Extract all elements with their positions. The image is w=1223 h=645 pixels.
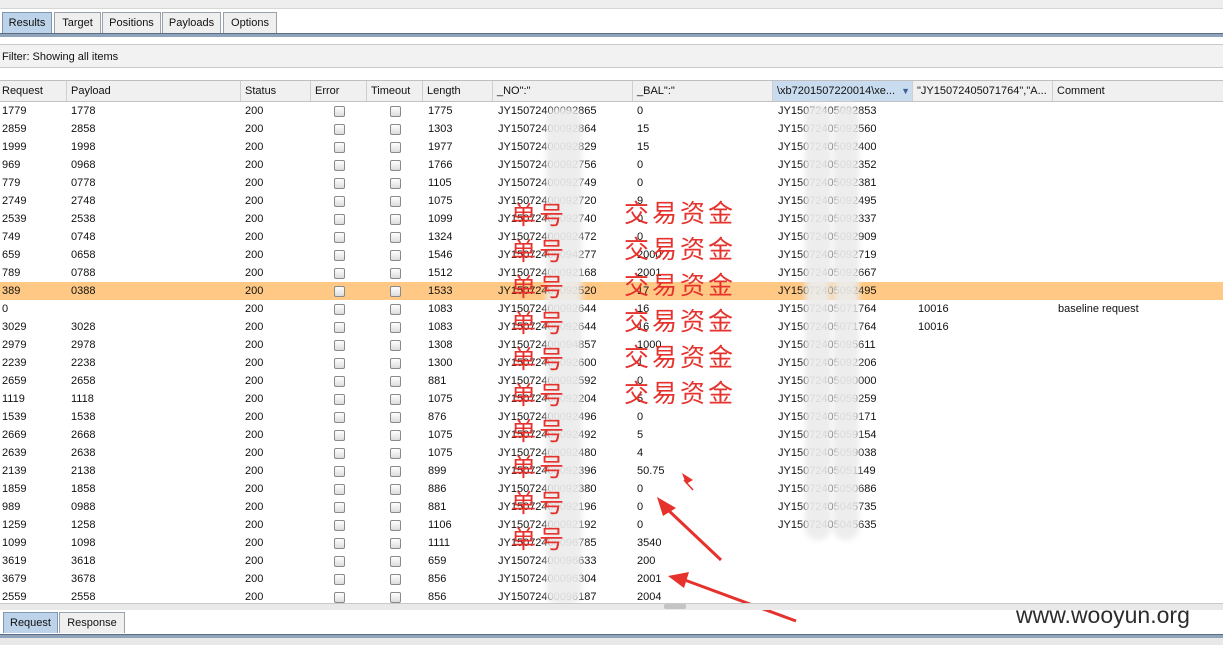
- annotation-arrow-2: [657, 497, 723, 562]
- tab-request[interactable]: Request: [3, 612, 58, 633]
- watermark: www.wooyun.org: [1016, 602, 1190, 628]
- annotation-arrow-1: [682, 473, 694, 491]
- tab-response[interactable]: Response: [59, 612, 125, 633]
- scrollbar-thumb[interactable]: [664, 604, 686, 609]
- red-arrows-overlay: [657, 473, 797, 623]
- arrow-1-head: [682, 473, 693, 484]
- footer-strip: [0, 638, 1223, 645]
- arrow-2-shaft: [664, 506, 723, 562]
- arrow-3-head: [668, 572, 689, 588]
